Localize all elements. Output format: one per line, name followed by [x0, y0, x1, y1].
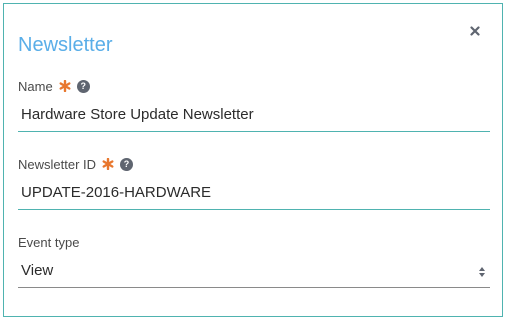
name-label: Name: [18, 78, 53, 94]
required-asterisk-icon: [59, 80, 71, 92]
sort-arrows-icon: [479, 267, 485, 277]
help-icon[interactable]: ?: [76, 79, 90, 93]
event-type-field-group: Event type View: [18, 234, 490, 288]
name-field-group: Name ?: [18, 78, 490, 132]
close-icon: [470, 26, 480, 36]
name-label-row: Name ?: [18, 78, 490, 94]
close-button[interactable]: [468, 24, 482, 38]
newsletter-id-input[interactable]: [18, 178, 490, 210]
newsletter-id-field-group: Newsletter ID ?: [18, 156, 490, 210]
newsletter-dialog: Newsletter Name ? Newsletter ID: [3, 3, 503, 317]
event-type-selected-value: View: [21, 262, 54, 279]
event-type-label: Event type: [18, 234, 80, 250]
event-type-label-row: Event type: [18, 234, 490, 250]
newsletter-id-label: Newsletter ID: [18, 156, 97, 172]
dialog-title: Newsletter: [18, 34, 113, 56]
name-input[interactable]: [18, 100, 490, 132]
event-type-select[interactable]: View: [18, 256, 490, 288]
required-asterisk-icon: [102, 158, 114, 170]
help-icon[interactable]: ?: [120, 157, 134, 171]
newsletter-id-label-row: Newsletter ID ?: [18, 156, 490, 172]
